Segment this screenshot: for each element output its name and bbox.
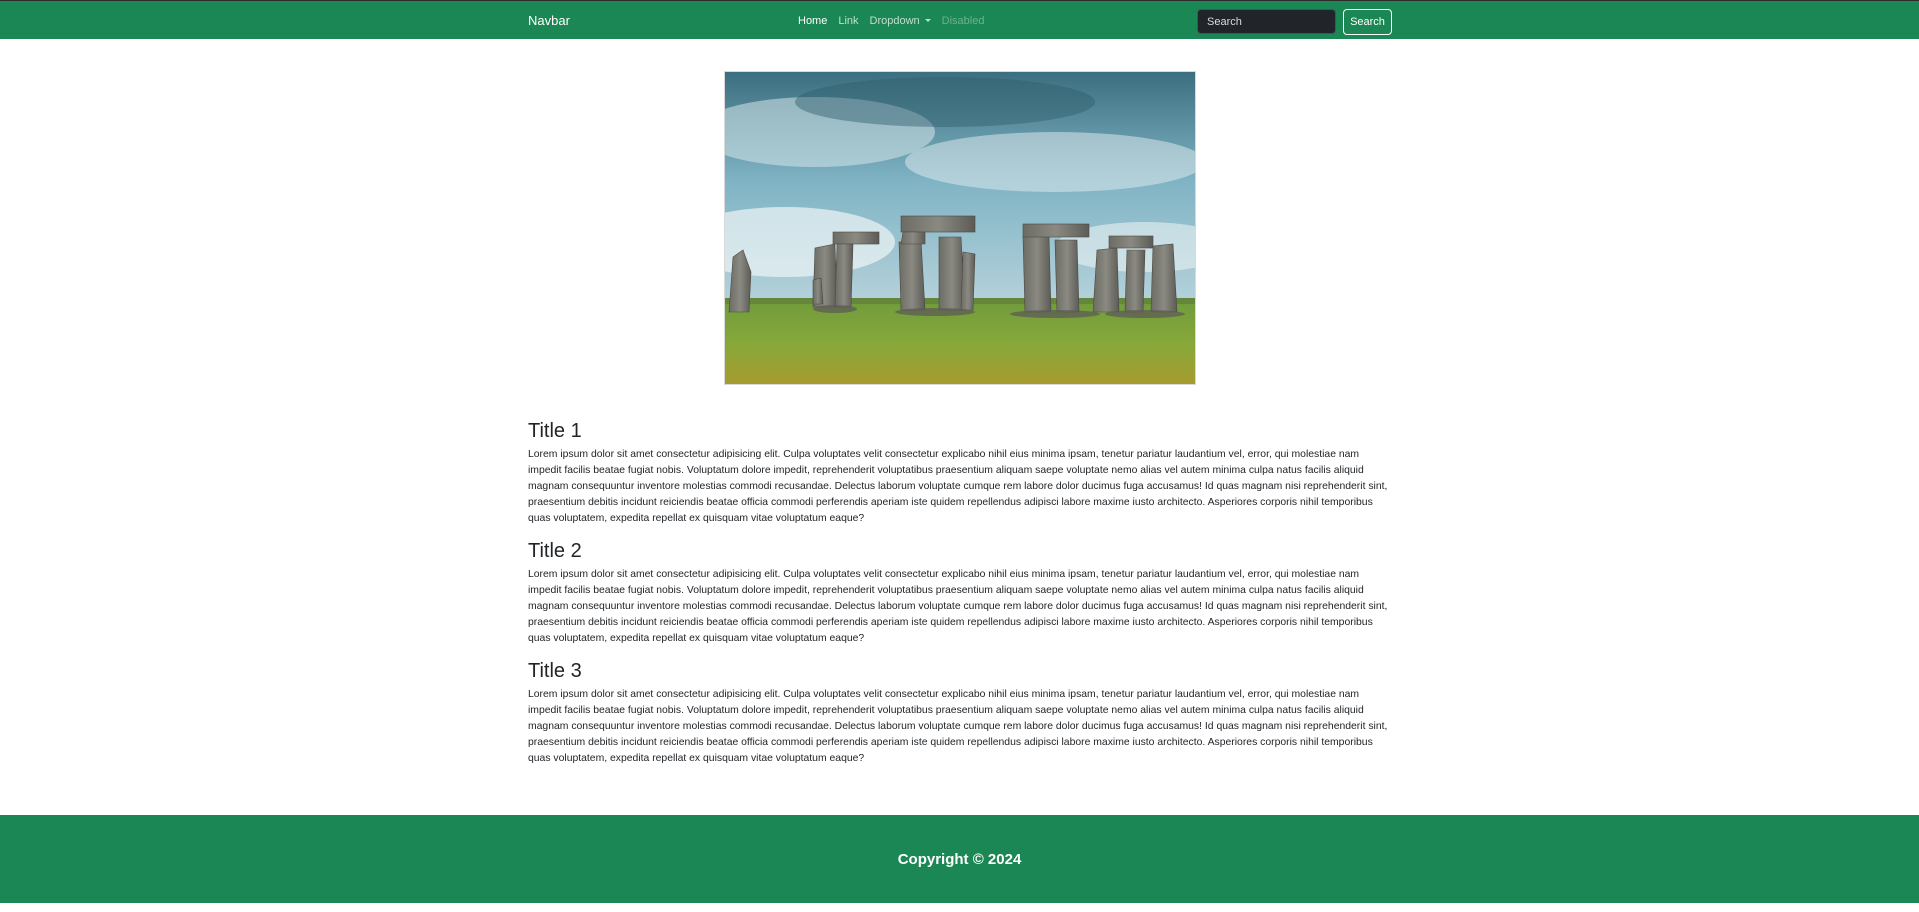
content-section: Title 3 Lorem ipsum dolor sit amet conse… [528, 658, 1392, 767]
nav-item-home[interactable]: Home [798, 15, 827, 27]
section-title: Title 1 [528, 420, 582, 442]
section-title: Title 2 [528, 540, 582, 562]
search-input[interactable] [1197, 9, 1336, 34]
section-body: Lorem ipsum dolor sit amet consectetur a… [528, 569, 1388, 644]
top-navbar: Navbar Home Link Dropdown Disabled Searc… [0, 0, 1919, 39]
copyright-text: Copyright © 2024 [897, 850, 1022, 868]
main-content: Title 1 Lorem ipsum dolor sit amet conse… [528, 418, 1392, 778]
stonehenge-photo [725, 72, 1195, 384]
hero-image [724, 71, 1196, 385]
page-footer: Copyright © 2024 [0, 815, 1919, 903]
content-section: Title 2 Lorem ipsum dolor sit amet conse… [528, 538, 1392, 647]
search-form: Search [1197, 9, 1392, 35]
nav-item-dropdown[interactable]: Dropdown [870, 15, 931, 27]
content-section: Title 1 Lorem ipsum dolor sit amet conse… [528, 418, 1392, 527]
caret-down-icon [924, 19, 931, 22]
section-title: Title 3 [528, 660, 582, 682]
section-body: Lorem ipsum dolor sit amet consectetur a… [528, 689, 1388, 764]
search-button[interactable]: Search [1343, 9, 1392, 35]
navbar-brand[interactable]: Navbar [528, 13, 570, 28]
nav-links: Home Link Dropdown Disabled [798, 15, 984, 27]
nav-item-disabled: Disabled [941, 15, 985, 27]
section-body: Lorem ipsum dolor sit amet consectetur a… [528, 449, 1388, 524]
nav-item-dropdown-label: Dropdown [869, 15, 920, 27]
nav-item-link[interactable]: Link [838, 15, 858, 27]
